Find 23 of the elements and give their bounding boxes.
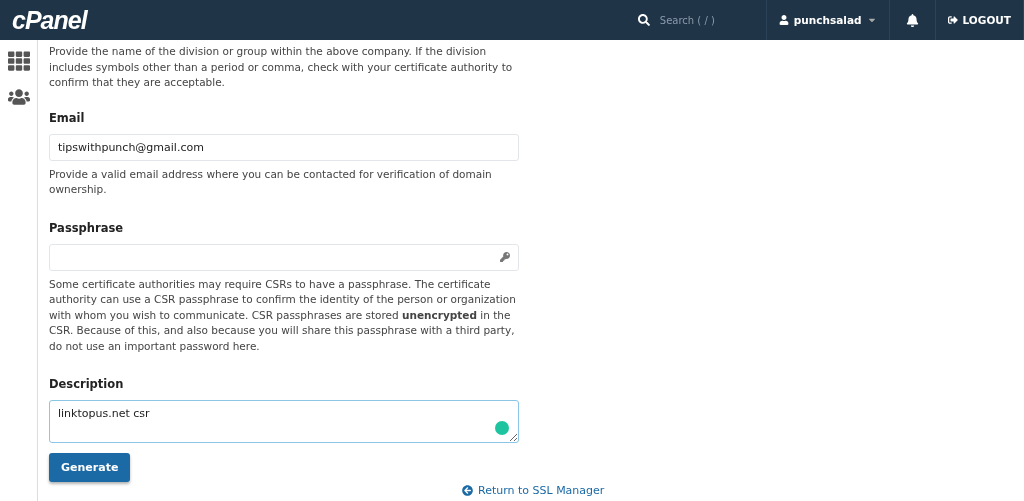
passphrase-field[interactable] xyxy=(49,243,519,271)
user-menu[interactable]: punchsalad xyxy=(766,0,890,40)
key-icon xyxy=(500,251,510,262)
field-label: Description xyxy=(49,377,125,391)
search-field[interactable]: Search ( / ) xyxy=(657,13,752,27)
generate-button[interactable]: Generate xyxy=(49,453,131,482)
cpanel-logo[interactable]: cPanel xyxy=(0,5,618,35)
logout-icon xyxy=(947,15,958,25)
logout-button[interactable]: LOGOUT xyxy=(935,0,1024,40)
help-text: Some certificate authorities may require CSRs to have a passphrase. The certificate authority can use a CSR passphrase to confirm the identity of the person or organization with whom you wish to communicate. CSR passphrases are stored unencrypted in the CSR. Because of this, and also because you will share this passphrase with a third party, do not use an important password here. xyxy=(49,276,517,354)
field-label: Email xyxy=(49,110,86,125)
search-icon xyxy=(637,14,650,26)
back-arrow-icon xyxy=(462,485,473,496)
help-text: Provide the name of the division or group within the above company. If the division includes symbols other than a period or comma, check with your certificate authority to confirm that they are acceptable. xyxy=(49,44,514,90)
field-label: Passphrase xyxy=(49,220,125,235)
bell-icon[interactable] xyxy=(905,13,919,27)
grid-icon[interactable] xyxy=(7,50,30,72)
description-field[interactable]: linktopus.net csr xyxy=(49,400,519,443)
return-link[interactable]: Return to SSL Manager xyxy=(462,484,1024,497)
users-icon[interactable] xyxy=(7,86,30,108)
help-text: Provide a valid email address where you can be contacted for verification of domain ownership. xyxy=(49,166,493,197)
user-icon xyxy=(778,15,789,25)
email-field[interactable]: tipswithpunch@gmail.com xyxy=(49,133,519,161)
